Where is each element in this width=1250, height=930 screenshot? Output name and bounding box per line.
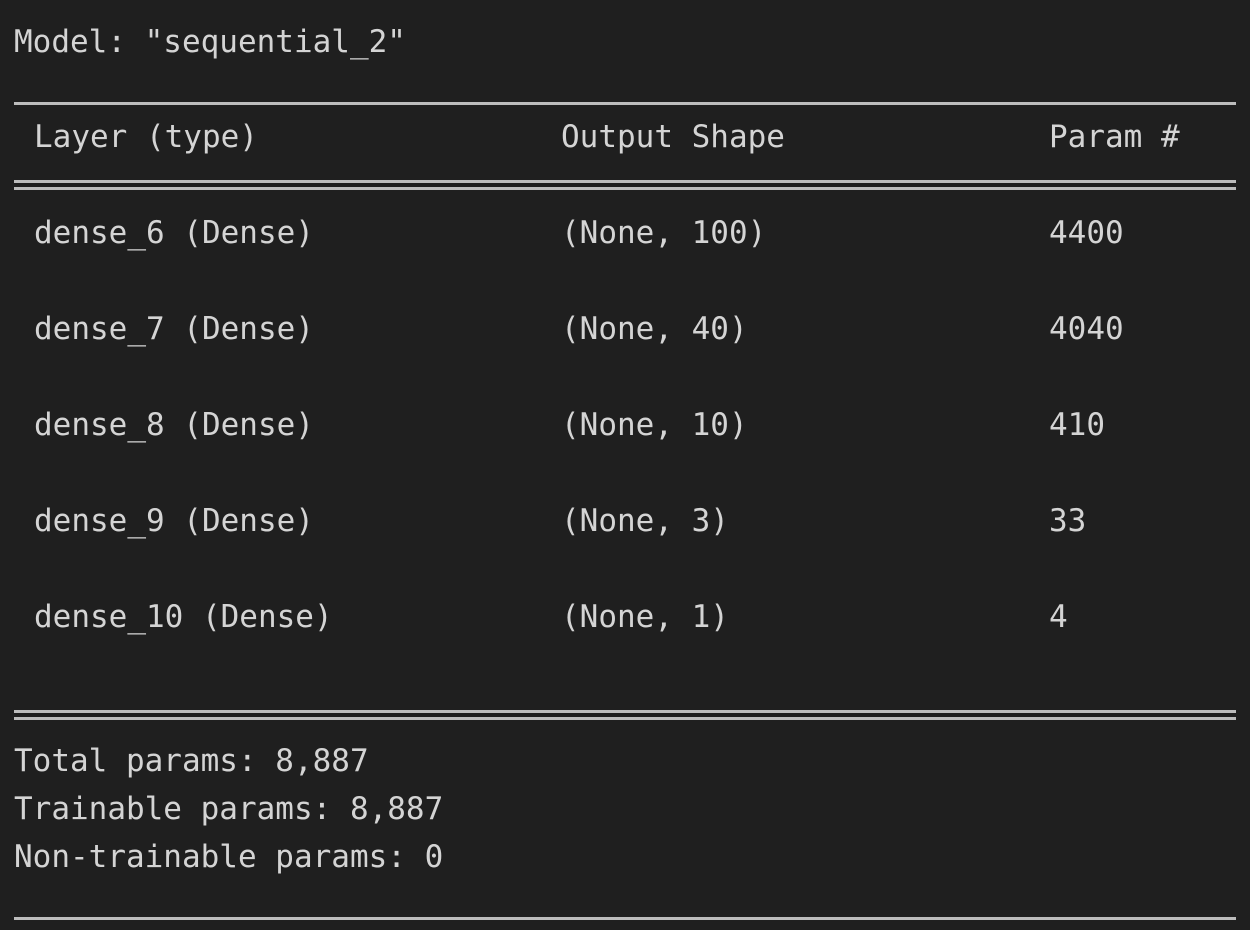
bottom-rule	[14, 917, 1236, 920]
summary-separator	[14, 710, 1236, 720]
row-layer: dense_9 (Dense)	[34, 503, 314, 539]
total-params: Total params: 8,887	[14, 743, 369, 779]
row-layer: dense_8 (Dense)	[34, 407, 314, 443]
row-param-count: 4040	[1049, 311, 1124, 347]
row-param-count: 410	[1049, 407, 1105, 443]
header-param-count: Param #	[1049, 119, 1180, 155]
row-param-count: 4400	[1049, 215, 1124, 251]
non-trainable-params: Non-trainable params: 0	[14, 839, 444, 875]
header-separator	[14, 180, 1236, 190]
row-output-shape: (None, 10)	[561, 407, 748, 443]
trainable-params: Trainable params: 8,887	[14, 791, 444, 827]
row-layer: dense_6 (Dense)	[34, 215, 314, 251]
top-rule	[14, 102, 1236, 105]
header-layer-type: Layer (type)	[34, 119, 258, 155]
row-param-count: 4	[1049, 599, 1068, 635]
row-output-shape: (None, 100)	[561, 215, 767, 251]
row-param-count: 33	[1049, 503, 1087, 539]
model-summary-output: Model: "sequential_2" Layer (type) Outpu…	[0, 0, 1250, 930]
row-output-shape: (None, 1)	[561, 599, 729, 635]
row-layer: dense_10 (Dense)	[34, 599, 333, 635]
model-title: Model: "sequential_2"	[14, 24, 406, 60]
row-layer: dense_7 (Dense)	[34, 311, 314, 347]
row-output-shape: (None, 40)	[561, 311, 748, 347]
header-output-shape: Output Shape	[561, 119, 785, 155]
row-output-shape: (None, 3)	[561, 503, 729, 539]
